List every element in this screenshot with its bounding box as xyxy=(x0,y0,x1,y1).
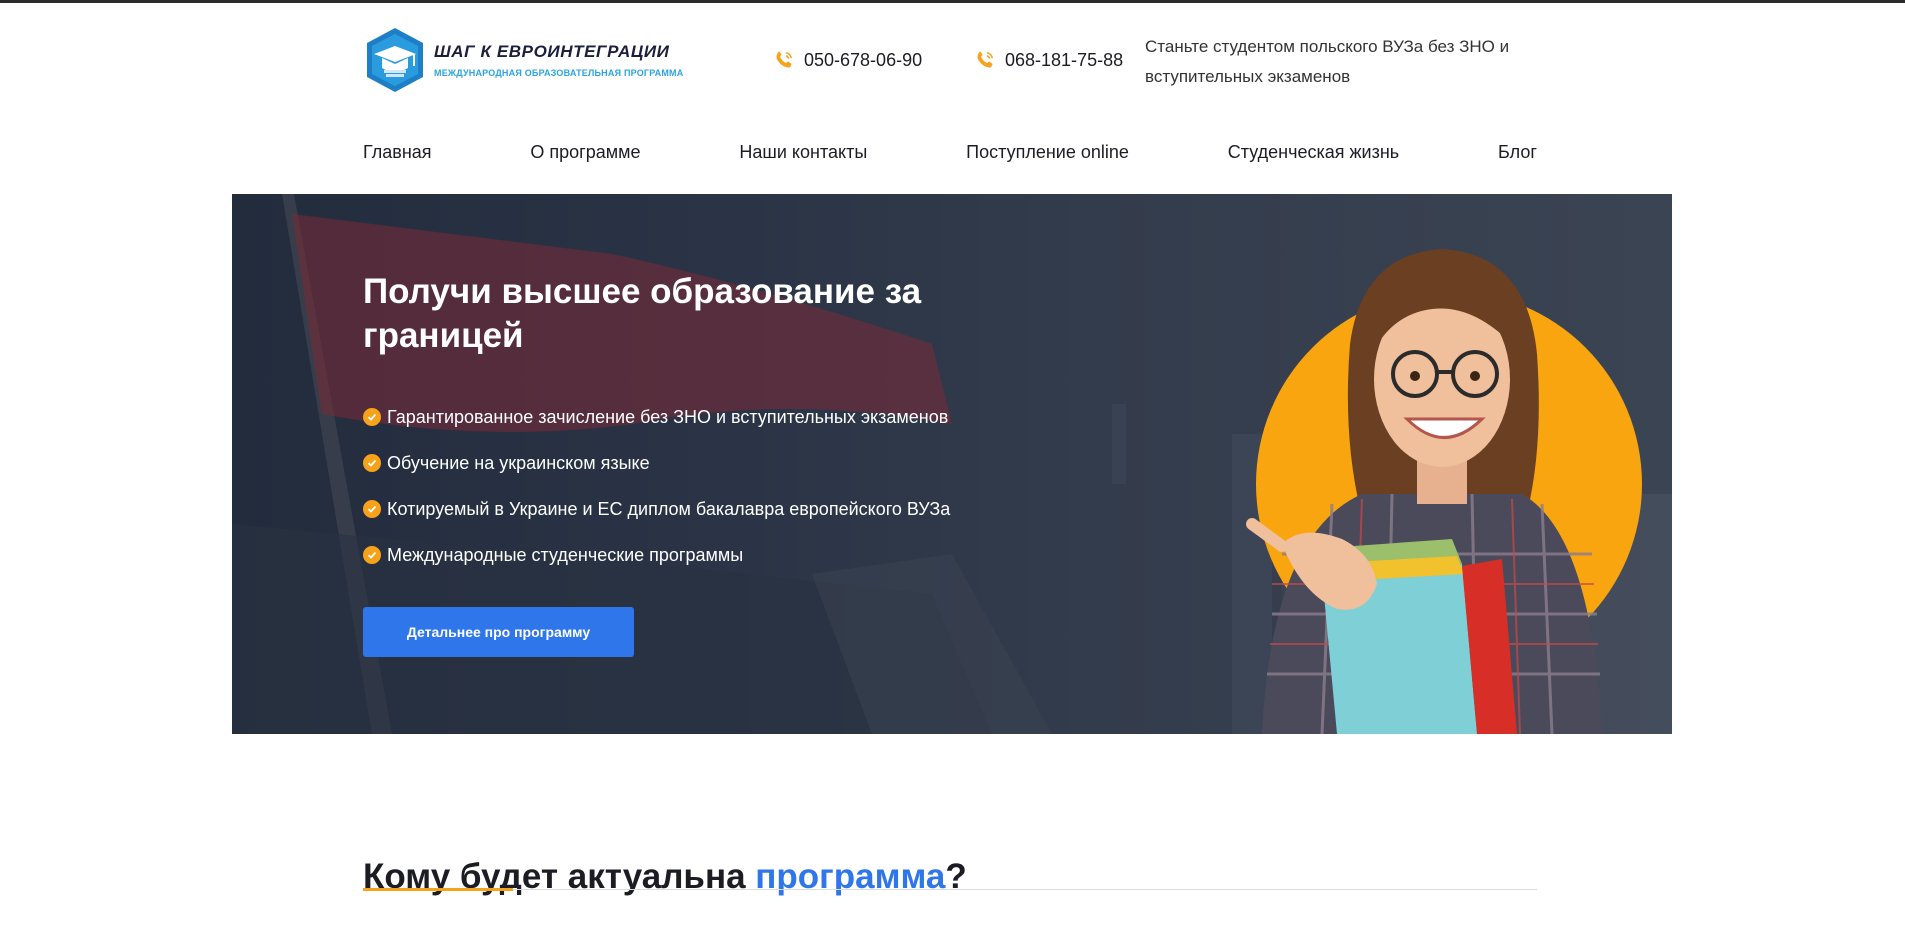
graduation-cap-hexagon-icon xyxy=(367,28,423,92)
benefit-text: Международные студенческие программы xyxy=(387,544,744,565)
section-divider xyxy=(363,889,1537,890)
section-title-end: ? xyxy=(945,857,967,897)
phone-link-2[interactable]: 068-181-75-88 xyxy=(974,49,1123,71)
logo-title: ШАГ К ЕВРОИНТЕГРАЦИИ xyxy=(434,42,670,61)
check-circle-icon xyxy=(363,500,381,518)
main-nav: Главная О программе Наши контакты Поступ… xyxy=(363,142,1537,163)
hero-banner: Получи высшее образование за границей Га… xyxy=(232,194,1672,734)
phone-icon xyxy=(977,51,994,68)
logo-subtitle: МЕЖДУНАРОДНАЯ ОБРАЗОВАТЕЛЬНАЯ ПРОГРАММА xyxy=(434,68,684,78)
list-item: Международные студенческие программы xyxy=(363,532,950,578)
student-photo xyxy=(1246,249,1642,734)
site-logo[interactable]: ШАГ К ЕВРОИНТЕГРАЦИИ МЕЖДУНАРОДНАЯ ОБРАЗ… xyxy=(364,26,683,94)
list-item: Обучение на украинском языке xyxy=(363,440,950,486)
program-details-button[interactable]: Детальнее про программу xyxy=(363,607,634,657)
nav-item-about[interactable]: О программе xyxy=(530,142,640,163)
top-border xyxy=(0,0,1905,3)
nav-item-home[interactable]: Главная xyxy=(363,142,432,163)
section-title-accent: программа xyxy=(755,857,946,897)
benefit-text: Котируемый в Украине и ЕС диплом бакалав… xyxy=(387,498,951,519)
list-item: Котируемый в Украине и ЕС диплом бакалав… xyxy=(363,486,950,532)
nav-item-contacts[interactable]: Наши контакты xyxy=(739,142,867,163)
nav-item-blog[interactable]: Блог xyxy=(1498,142,1537,163)
section-divider-accent xyxy=(363,888,513,891)
header-tagline: Станьте студентом польского ВУЗа без ЗНО… xyxy=(1145,37,1510,86)
hero-benefits-list: Гарантированное зачисление без ЗНО и вст… xyxy=(363,394,950,578)
check-circle-icon xyxy=(363,408,381,426)
phone-number-1: 050-678-06-90 xyxy=(804,49,923,70)
phone-link-1[interactable]: 050-678-06-90 xyxy=(773,49,922,71)
phone-icon xyxy=(776,51,793,68)
section-title: Кому будет актуальна программа? xyxy=(363,857,967,897)
hero-title: Получи высшее образование за границей xyxy=(363,272,922,355)
nav-item-admission[interactable]: Поступление online xyxy=(966,142,1129,163)
benefit-text: Гарантированное зачисление без ЗНО и вст… xyxy=(387,406,949,427)
phone-number-2: 068-181-75-88 xyxy=(1005,49,1124,70)
check-circle-icon xyxy=(363,546,381,564)
check-circle-icon xyxy=(363,454,381,472)
benefit-text: Обучение на украинском языке xyxy=(387,452,650,473)
list-item: Гарантированное зачисление без ЗНО и вст… xyxy=(363,394,950,440)
nav-item-student-life[interactable]: Студенческая жизнь xyxy=(1228,142,1399,163)
